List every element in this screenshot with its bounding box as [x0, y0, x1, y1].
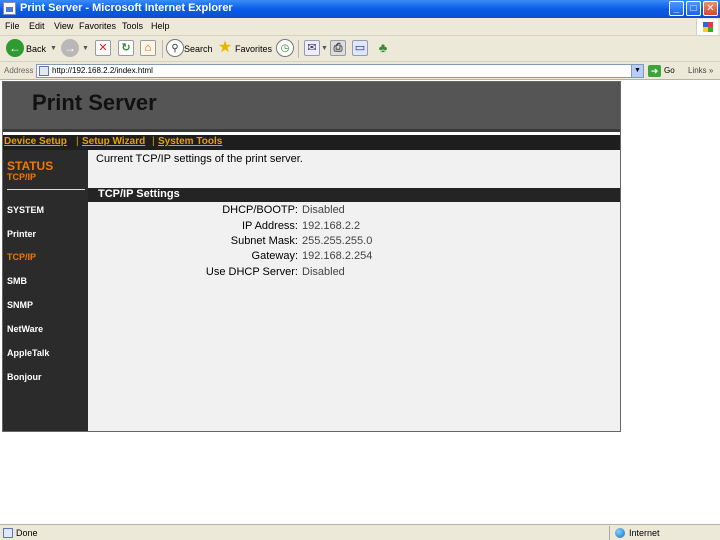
back-label[interactable]: Back: [26, 44, 46, 54]
sidebar-item-printer[interactable]: Printer: [7, 229, 36, 239]
sidebar-status-title: STATUS: [7, 159, 54, 173]
section-title: TCP/IP Settings: [98, 188, 180, 200]
intro-text: Current TCP/IP settings of the print ser…: [96, 153, 303, 165]
menu-view[interactable]: View: [54, 21, 73, 31]
setting-value: 255.255.255.0: [302, 235, 373, 247]
section-header: TCP/IP Settings: [88, 188, 620, 202]
setting-label: Subnet Mask:: [230, 235, 298, 247]
history-icon[interactable]: ◷: [276, 39, 294, 57]
address-bar: Address http://192.168.2.2/index.html ▼ …: [0, 62, 720, 80]
toolbar-separator: [298, 40, 299, 58]
main-content: Current TCP/IP settings of the print ser…: [88, 150, 620, 431]
stop-icon[interactable]: ✕: [95, 40, 111, 56]
security-zone: Internet: [629, 528, 660, 538]
internet-globe-icon: [615, 528, 625, 538]
sidebar: STATUS TCP/IP SYSTEM Printer TCP/IP SMB …: [3, 150, 88, 431]
sidebar-status-subtitle: TCP/IP: [7, 172, 37, 182]
page-title: Print Server: [32, 90, 157, 115]
windows-logo-icon: [696, 19, 718, 35]
maximize-button[interactable]: □: [686, 1, 701, 16]
setting-label: Gateway:: [251, 250, 298, 262]
messenger-icon[interactable]: ♣: [374, 39, 392, 57]
setting-label: IP Address:: [241, 220, 298, 232]
page-icon: [39, 66, 49, 76]
menu-edit[interactable]: Edit: [29, 21, 45, 31]
setting-row: Use DHCP Server: Disabled: [88, 266, 620, 281]
nav-separator: |: [152, 136, 155, 147]
address-dropdown-icon[interactable]: ▼: [631, 65, 643, 77]
setting-row: Gateway: 192.168.2.254: [88, 250, 620, 265]
setting-value: 192.168.2.2: [302, 220, 361, 232]
address-input[interactable]: http://192.168.2.2/index.html ▼: [36, 64, 644, 78]
sidebar-item-netware[interactable]: NetWare: [7, 324, 43, 334]
back-arrow-icon[interactable]: ←: [6, 39, 24, 57]
search-label[interactable]: Search: [184, 44, 213, 54]
status-bar: Done Internet: [0, 524, 720, 540]
minimize-button[interactable]: _: [669, 1, 684, 16]
close-button[interactable]: ✕: [703, 1, 718, 16]
setting-row: DHCP/BOOTP: Disabled: [88, 204, 620, 219]
mail-dropdown-icon[interactable]: ▼: [321, 45, 328, 52]
menu-help[interactable]: Help: [151, 21, 170, 31]
setting-value: 192.168.2.254: [302, 250, 373, 262]
page-viewport[interactable]: Print Server Device Setup | Setup Wizard…: [2, 81, 621, 432]
search-icon[interactable]: ⚲: [166, 39, 184, 57]
page-done-icon: [3, 528, 13, 538]
refresh-icon[interactable]: ↻: [118, 40, 134, 56]
sidebar-item-snmp[interactable]: SNMP: [7, 300, 33, 310]
nav-device-setup[interactable]: Device Setup: [4, 136, 67, 147]
sidebar-item-smb[interactable]: SMB: [7, 276, 27, 286]
forward-arrow-icon[interactable]: →: [61, 39, 79, 57]
go-arrow-icon[interactable]: ➜: [648, 65, 661, 77]
window-title: Print Server - Microsoft Internet Explor…: [20, 2, 233, 14]
window-titlebar[interactable]: Print Server - Microsoft Internet Explor…: [0, 0, 720, 18]
setting-value: Disabled: [302, 266, 345, 278]
statusbar-separator: [609, 526, 610, 540]
menu-favorites[interactable]: Favorites: [79, 21, 116, 31]
sidebar-item-appletalk[interactable]: AppleTalk: [7, 348, 49, 358]
links-button[interactable]: Links »: [688, 66, 713, 75]
nav-setup-wizard[interactable]: Setup Wizard: [82, 136, 145, 147]
setting-label: Use DHCP Server:: [205, 266, 298, 278]
menu-tools[interactable]: Tools: [122, 21, 143, 31]
sidebar-item-system[interactable]: SYSTEM: [7, 205, 44, 215]
mail-icon[interactable]: ✉: [304, 40, 320, 56]
toolbar: ← Back ▼ → ▼ ✕ ↻ ⌂ Search ⚲ ★ Favorites …: [0, 36, 720, 62]
page-banner: Print Server: [3, 82, 620, 132]
setting-row: Subnet Mask: 255.255.255.0: [88, 235, 620, 250]
top-navigation: Device Setup | Setup Wizard | System Too…: [3, 135, 620, 150]
favorites-label[interactable]: Favorites: [235, 44, 272, 54]
status-text: Done: [16, 528, 38, 538]
setting-row: IP Address: 192.168.2.2: [88, 220, 620, 235]
menu-file[interactable]: File: [5, 21, 20, 31]
links-chevron-icon: »: [708, 66, 714, 75]
toolbar-separator: [162, 40, 163, 58]
setting-value: Disabled: [302, 204, 345, 216]
home-icon[interactable]: ⌂: [140, 40, 156, 56]
nav-system-tools[interactable]: System Tools: [158, 136, 222, 147]
sidebar-item-tcpip[interactable]: TCP/IP: [7, 252, 36, 262]
sidebar-item-bonjour[interactable]: Bonjour: [7, 372, 42, 382]
back-dropdown-icon[interactable]: ▼: [50, 45, 57, 52]
edit-icon[interactable]: ▭: [352, 40, 368, 56]
forward-dropdown-icon[interactable]: ▼: [82, 45, 89, 52]
sidebar-divider: [7, 189, 85, 190]
ie-app-icon[interactable]: [3, 2, 16, 15]
favorites-star-icon[interactable]: ★: [216, 39, 234, 57]
setting-label: DHCP/BOOTP:: [222, 204, 298, 216]
print-icon[interactable]: ⎙: [330, 40, 346, 56]
links-label: Links: [688, 66, 707, 75]
nav-separator: |: [76, 136, 79, 147]
address-url[interactable]: http://192.168.2.2/index.html: [52, 66, 153, 75]
menu-bar: File Edit View Favorites Tools Help: [0, 18, 720, 36]
address-label: Address: [4, 66, 34, 75]
go-button[interactable]: Go: [664, 66, 675, 75]
